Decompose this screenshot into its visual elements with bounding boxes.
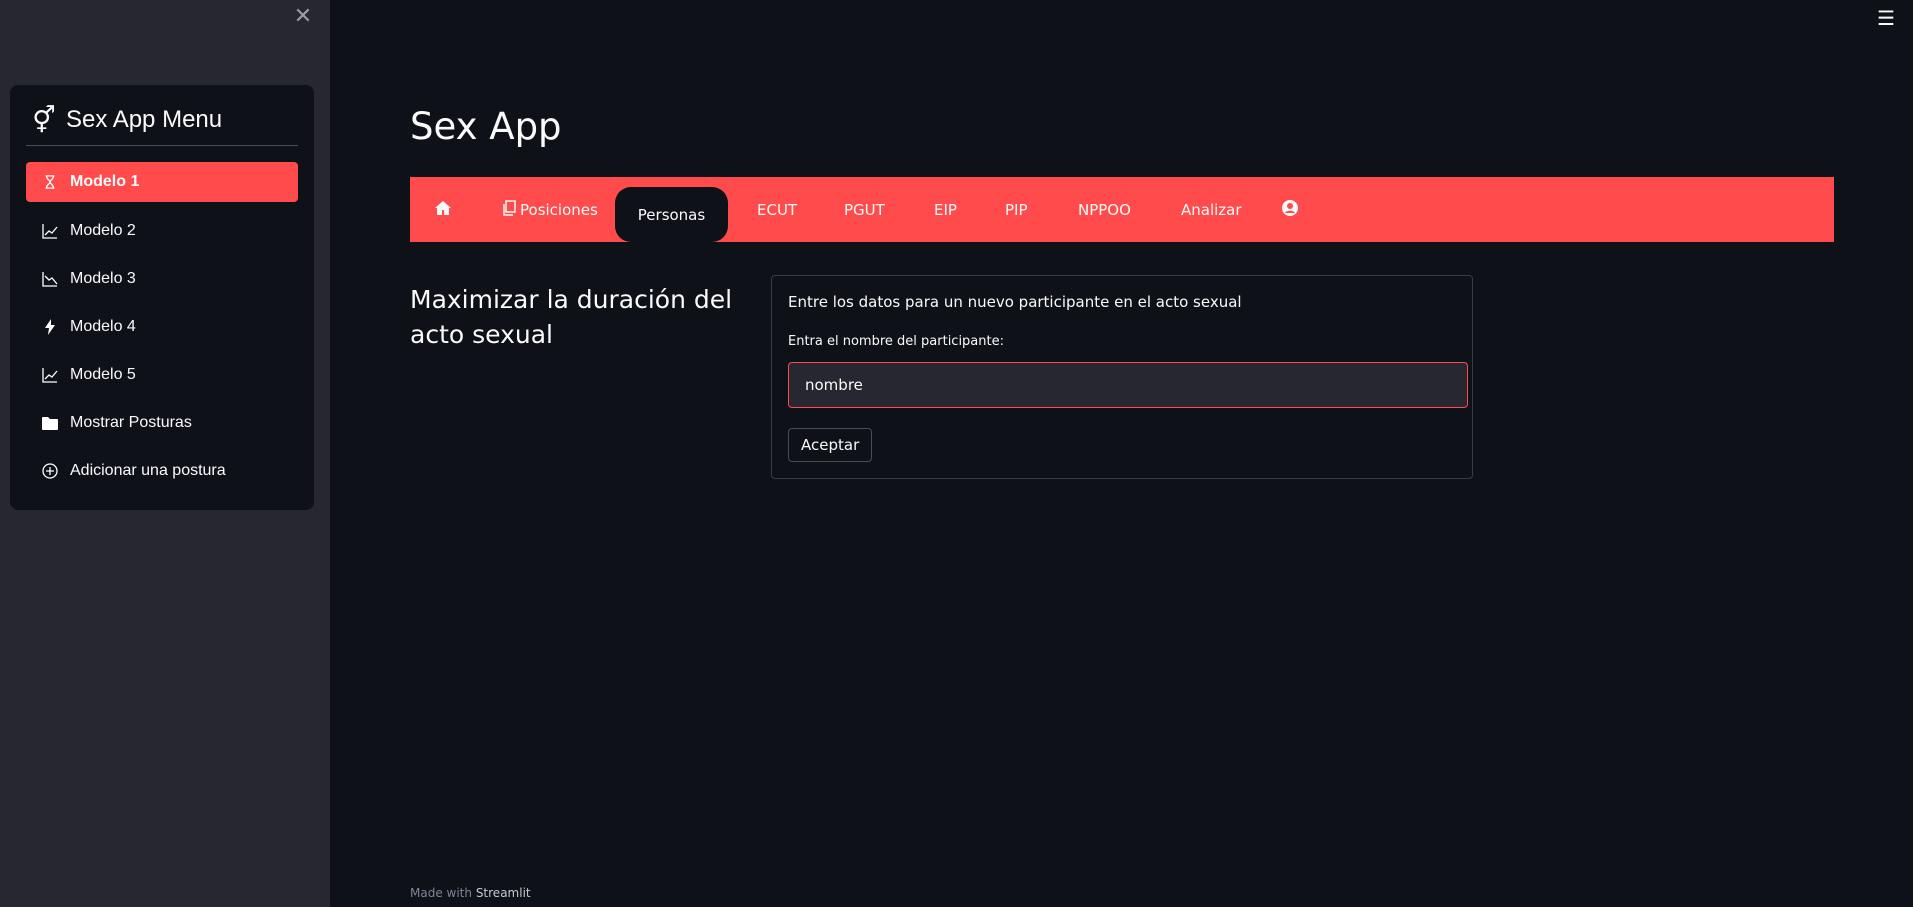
sidebar-item-modelo-2[interactable]: Modelo 2: [26, 211, 298, 251]
sidebar-item-adicionar-postura[interactable]: Adicionar una postura: [26, 451, 298, 491]
main-menu-icon[interactable]: ☰: [1877, 6, 1895, 30]
graph-up-icon: [42, 367, 58, 383]
sidebar-title-text: Sex App Menu: [66, 106, 223, 133]
footer-prefix: Made with: [410, 886, 472, 900]
tab-personas[interactable]: Personas: [615, 187, 728, 242]
sidebar: ✕ ⚥ Sex App Menu Modelo 1 Modelo 2 Model…: [0, 0, 330, 907]
page-title: Sex App: [410, 105, 562, 148]
tab-label: Analizar: [1181, 200, 1242, 219]
tab-label: ECUT: [757, 200, 798, 219]
close-sidebar-icon[interactable]: ✕: [292, 4, 314, 30]
graph-up-icon: [42, 223, 58, 239]
tab-ecut[interactable]: ECUT: [757, 177, 797, 242]
tab-pgut[interactable]: PGUT: [844, 177, 885, 242]
tab-analizar[interactable]: Analizar: [1181, 177, 1242, 242]
user-circle-icon: [1282, 199, 1298, 220]
sidebar-item-modelo-1[interactable]: Modelo 1: [26, 162, 298, 202]
hourglass-icon: [42, 174, 58, 190]
sidebar-menu-title: ⚥ Sex App Menu: [32, 100, 302, 140]
sidebar-item-label: Modelo 5: [70, 366, 136, 383]
tab-home[interactable]: [434, 177, 452, 242]
sidebar-item-modelo-4[interactable]: Modelo 4: [26, 307, 298, 347]
sidebar-item-label: Modelo 4: [70, 318, 136, 335]
participant-form: Entre los datos para un nuevo participan…: [771, 275, 1473, 479]
tab-posiciones[interactable]: Posiciones: [502, 177, 598, 242]
tab-label: EIP: [934, 200, 957, 219]
sidebar-item-label: Adicionar una postura: [70, 462, 226, 479]
sidebar-item-label: Modelo 2: [70, 222, 136, 239]
sidebar-item-modelo-5[interactable]: Modelo 5: [26, 355, 298, 395]
sidebar-item-label: Mostrar Posturas: [70, 414, 192, 431]
tab-label: Personas: [637, 205, 706, 224]
gender-symbol-icon: ⚥: [32, 104, 56, 135]
plus-circle-icon: [42, 463, 58, 479]
sidebar-item-mostrar-posturas[interactable]: Mostrar Posturas: [26, 403, 298, 443]
folder-icon: [42, 415, 58, 431]
tab-label: PIP: [1005, 200, 1028, 219]
lightning-icon: [42, 319, 58, 335]
sidebar-item-label: Modelo 3: [70, 270, 136, 287]
section-heading: Maximizar la duración del acto sexual: [410, 285, 733, 349]
name-field-label: Entra el nombre del participante:: [788, 334, 1004, 349]
copy-icon: [502, 199, 516, 220]
home-icon: [434, 200, 452, 220]
tab-profile[interactable]: [1282, 177, 1298, 242]
tab-pip[interactable]: PIP: [1005, 177, 1028, 242]
graph-down-icon: [42, 271, 58, 287]
participant-name-input[interactable]: [788, 362, 1468, 408]
sidebar-item-modelo-3[interactable]: Modelo 3: [26, 259, 298, 299]
sidebar-item-label: Modelo 1: [70, 173, 140, 190]
tab-label: NPPOO: [1078, 200, 1131, 219]
tab-eip[interactable]: EIP: [934, 177, 957, 242]
menu-divider: [26, 145, 298, 146]
tab-label: PGUT: [844, 200, 885, 219]
aceptar-button[interactable]: Aceptar: [788, 428, 873, 462]
tab-label: Posiciones: [520, 200, 598, 219]
tab-nppoo[interactable]: NPPOO: [1078, 177, 1131, 242]
footer: Made with Streamlit: [410, 886, 531, 900]
form-description: Entre los datos para un nuevo participan…: [788, 293, 1242, 311]
footer-brand-link[interactable]: Streamlit: [476, 886, 531, 900]
tab-bar: Posiciones Personas ECUT PGUT EIP PIP NP…: [410, 177, 1834, 242]
